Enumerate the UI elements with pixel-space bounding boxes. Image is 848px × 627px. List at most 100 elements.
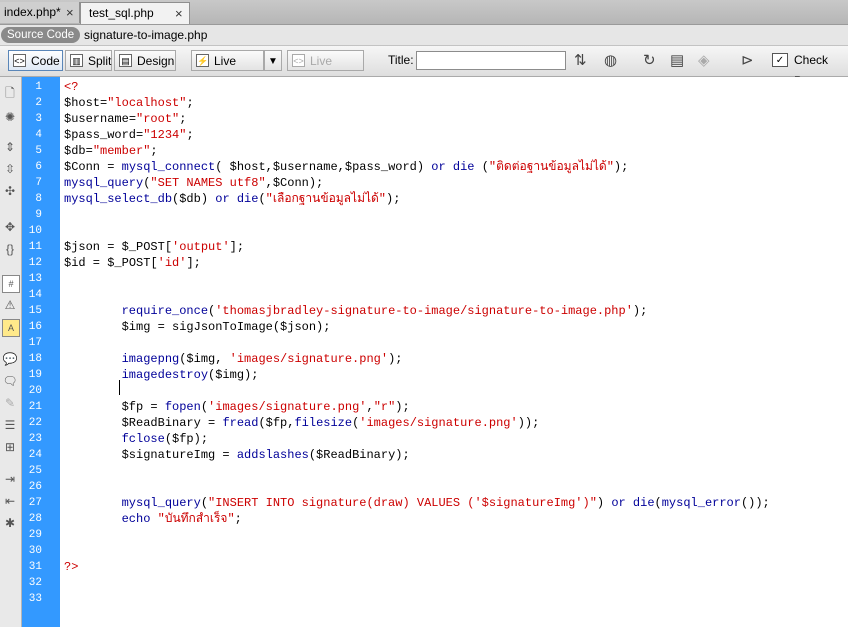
balance-braces-icon[interactable]: {} [2,241,18,257]
code-line: $fp = fopen('images/signature.png',"r"); [64,399,410,415]
code-token: ]; [186,256,201,270]
code-token: "member" [92,144,151,158]
code-token: = [143,400,165,414]
visual-aids-icon[interactable]: ◈ [698,51,710,71]
split-view-button[interactable]: ▥ Split [65,50,112,71]
related-files-bar: Source Code signature-to-image.php [0,25,848,46]
code-token: 'thomasjbradley-signature-to-image/signa… [215,304,633,318]
line-number: 7 [35,177,42,189]
line-number: 20 [28,385,42,397]
code-token: ; [150,144,158,158]
code-token: "บันทึกสำเร็จ" [157,512,235,526]
related-file-link[interactable]: signature-to-image.php [84,27,207,43]
select-parent-tag-icon[interactable]: ✥ [2,219,18,235]
code-token: "INSERT INTO signature(draw) VALUES ('$s… [208,496,597,510]
code-token: ( $host,$username,$pass_word) [215,160,432,174]
code-line: <? [64,79,78,95]
apply-comment-icon[interactable]: 💬 [2,351,18,367]
code-token: $img [121,320,151,334]
code-view-button[interactable]: <> Code [8,50,63,71]
code-line: $username="root"; [64,111,186,127]
collapse-selection-icon[interactable]: ⇳ [2,161,18,177]
refresh-icon[interactable]: ↻ [643,51,656,71]
line-number: 28 [28,513,42,525]
live-view-icon: ⚡ [196,54,209,67]
line-number: 3 [35,113,42,125]
file-management-icon[interactable]: ⇅ [574,51,587,71]
code-token: = [215,448,237,462]
code-token: ($fp); [164,432,209,446]
chevron-down-icon: ▼ [268,56,278,67]
code-token: <? [64,80,79,94]
live-view-button[interactable]: ⚡ Live View [191,50,264,89]
design-view-button[interactable]: ▤ Design [114,50,176,71]
code-token: ($db) [172,192,216,206]
line-number: 29 [28,529,42,541]
code-token: ]; [229,240,245,254]
close-icon[interactable]: × [175,3,183,24]
syntax-coloring-icon[interactable]: A [2,319,20,337]
close-icon[interactable]: × [66,2,74,23]
code-token: $fp [121,400,144,414]
line-number: 6 [35,161,42,173]
code-line: echo "บันทึกสำเร็จ"; [64,511,242,527]
highlight-invalid-code-icon[interactable]: ⚠ [2,297,18,313]
show-code-navigator-icon[interactable]: ✺ [2,109,18,125]
code-line: $ReadBinary = fread($fp,filesize('images… [64,415,540,431]
move-css-icon[interactable]: ⊞ [2,439,18,455]
expand-all-icon[interactable]: ✣ [2,183,18,199]
live-code-icon: <> [292,54,305,67]
code-line: ?> [64,559,78,575]
code-token: ( [200,496,209,510]
line-numbers-icon[interactable]: # [2,275,20,293]
line-number: 14 [28,289,42,301]
code-token: mysql_error [661,496,741,510]
tab-test-sql-php[interactable]: test_sql.php × [80,2,190,24]
line-number: 18 [28,353,42,365]
code-token: 'images/signature.png' [208,400,367,414]
code-token: $db [64,144,86,158]
live-view-dropdown[interactable]: ▼ [264,50,282,71]
code-token: ,$Conn); [265,176,324,190]
collapse-full-tag-icon[interactable]: ⇕ [2,139,18,155]
code-token: "root" [136,112,180,126]
view-options-icon[interactable]: ▤ [670,51,684,71]
code-token: ); [632,304,648,318]
code-token: $Conn [64,160,101,174]
title-input[interactable] [416,51,566,70]
code-line: $signatureImg = addslashes($ReadBinary); [64,447,410,463]
code-token: "r" [373,400,396,414]
code-token: ($ReadBinary); [308,448,410,462]
open-documents-icon[interactable]: 🗋 [2,85,18,101]
code-line: $Conn = mysql_connect( $host,$username,$… [64,159,628,175]
remove-comment-icon[interactable]: 🗨 [2,373,18,389]
title-label: Title: [388,53,414,67]
preview-browser-icon[interactable]: ◍ [604,51,617,71]
line-number: 16 [28,321,42,333]
wrap-tag-icon[interactable]: ✎ [2,395,18,411]
code-editor[interactable]: <? $host="localhost"; $username="root"; $pa… [60,77,848,627]
indent-code-icon[interactable]: ⇥ [2,471,18,487]
outdent-code-icon[interactable]: ⇤ [2,493,18,509]
source-code-button[interactable]: Source Code [1,27,81,43]
recent-snippets-icon[interactable]: ☰ [2,417,18,433]
format-source-code-icon[interactable]: ✱ [2,515,18,531]
coding-toolbar: 🗋 ✺ ⇕ ⇳ ✣ ✥ {} # ⚠ A 💬 🗨 ✎ ☰ ⊞ ⇥ ⇤ ✱ [0,77,22,627]
code-token: addslashes [236,448,309,462]
code-token: , [366,400,374,414]
code-token: require_once [121,304,209,318]
tab-index-php[interactable]: index.php* × [0,2,80,23]
code-token: = [128,112,137,126]
validate-markup-icon[interactable]: ⊳ [741,51,754,71]
code-token: mysql_query [64,176,144,190]
live-code-button[interactable]: <> Live Code [287,50,364,89]
document-toolbar: <> Code ▥ Split ▤ Design ⚡ Live View ▼ <… [0,46,848,89]
line-number: 5 [35,145,42,157]
line-number: 12 [28,257,42,269]
code-token: mysql_query [121,496,201,510]
